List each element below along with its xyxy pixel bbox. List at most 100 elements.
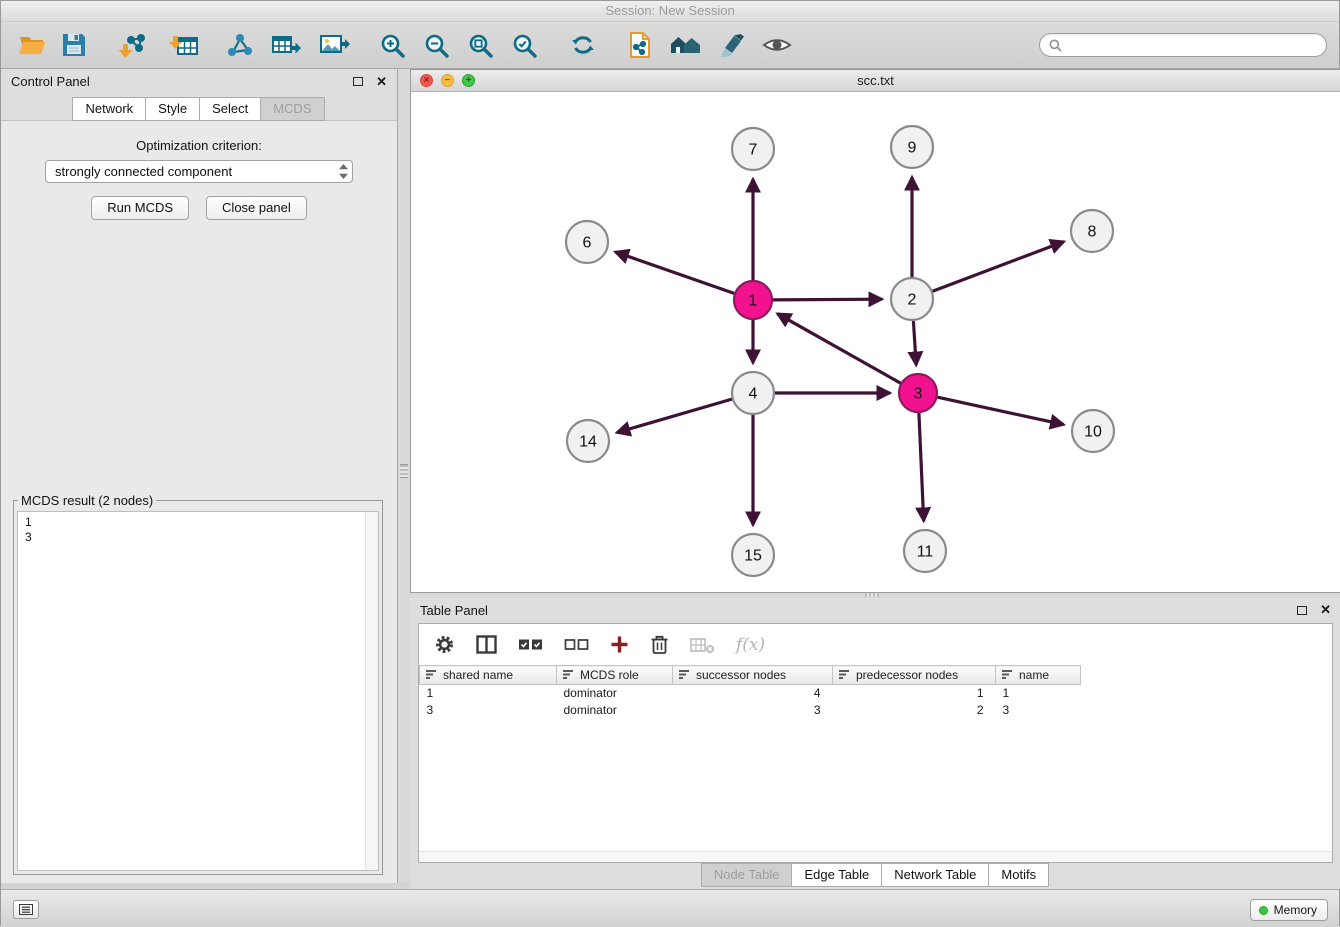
graph-node-3[interactable]: 3 — [899, 374, 937, 412]
graph-node-14[interactable]: 14 — [567, 420, 609, 462]
home-view-button[interactable] — [668, 31, 703, 59]
zoom-out-button[interactable] — [422, 31, 451, 60]
graph-edge-1-6[interactable] — [615, 252, 734, 294]
table-settings-button[interactable] — [434, 634, 455, 655]
search-box[interactable] — [1039, 33, 1327, 57]
unselect-all-columns-button[interactable] — [564, 636, 589, 653]
delete-table-button[interactable] — [690, 636, 715, 654]
refresh-button[interactable] — [568, 31, 598, 59]
save-session-button[interactable] — [60, 31, 88, 59]
graph-node-1[interactable]: 1 — [734, 281, 772, 319]
open-file-button[interactable] — [17, 31, 47, 59]
run-mcds-button[interactable]: Run MCDS — [91, 196, 189, 220]
graph-edge-2-8[interactable] — [933, 242, 1064, 292]
mcds-result-list[interactable]: 13 — [17, 511, 379, 871]
tab-edge-table[interactable]: Edge Table — [791, 863, 882, 887]
network-canvas[interactable]: 7 9 6 8 1 2 4 3 14 10 15 11 — [411, 93, 1340, 592]
graph-node-8[interactable]: 8 — [1071, 210, 1113, 252]
column-header-name[interactable]: name — [996, 666, 1081, 685]
zoom-window-button[interactable]: + — [462, 74, 475, 87]
column-header-predecessor-nodes[interactable]: predecessor nodes — [833, 666, 996, 685]
float-table-panel-icon[interactable] — [1297, 606, 1307, 615]
import-network-button[interactable] — [117, 31, 149, 60]
table-cell-filler — [1081, 685, 1333, 702]
table-row[interactable]: 3dominator323 — [420, 702, 1333, 719]
tab-style[interactable]: Style — [145, 97, 200, 121]
column-header-mcds-role[interactable]: MCDS role — [557, 666, 673, 685]
export-table-button[interactable] — [270, 31, 303, 59]
zoom-selected-icon — [511, 32, 538, 59]
tab-network[interactable]: Network — [72, 97, 146, 121]
save-icon — [61, 32, 87, 58]
graph-edge-4-14[interactable] — [617, 399, 732, 433]
criterion-select[interactable]: strongly connected component — [45, 160, 353, 183]
float-panel-icon[interactable] — [353, 77, 363, 86]
apply-style-button[interactable] — [717, 31, 747, 59]
export-image-button[interactable] — [318, 31, 351, 59]
mcds-result-value: 3 — [25, 530, 362, 545]
import-table-button[interactable] — [168, 31, 200, 60]
close-control-panel-icon[interactable]: ✕ — [376, 77, 387, 87]
close-table-panel-icon[interactable]: ✕ — [1320, 605, 1331, 615]
table-cell[interactable]: 1 — [996, 685, 1081, 702]
graph-node-6[interactable]: 6 — [566, 221, 608, 263]
graph-node-11[interactable]: 11 — [904, 530, 946, 572]
graph-edge-1-2[interactable] — [773, 299, 882, 300]
close-panel-button[interactable]: Close panel — [206, 196, 307, 220]
graph-node-7[interactable]: 7 — [732, 128, 774, 170]
tab-node-table[interactable]: Node Table — [701, 863, 793, 887]
duplicate-network-button[interactable] — [626, 30, 654, 60]
application-window: Session: New Session — [0, 0, 1340, 926]
graph-edge-2-3[interactable] — [913, 321, 916, 365]
zoom-selected-button[interactable] — [510, 31, 539, 60]
graph-node-4[interactable]: 4 — [732, 372, 774, 414]
table-cell[interactable]: 1 — [833, 685, 996, 702]
table-cell[interactable]: 2 — [833, 702, 996, 719]
table-row[interactable]: 1dominator411 — [420, 685, 1333, 702]
network-graph[interactable]: 7 9 6 8 1 2 4 3 14 10 15 11 — [411, 93, 1340, 592]
panel-selector-button[interactable] — [13, 900, 39, 919]
graph-edge-3-10[interactable] — [938, 397, 1064, 424]
combo-arrows-icon — [339, 164, 348, 179]
table-cell[interactable]: 3 — [996, 702, 1081, 719]
graph-node-2[interactable]: 2 — [891, 278, 933, 320]
control-panel-tabs: NetworkStyleSelectMCDS — [1, 97, 397, 121]
table-cell[interactable]: 3 — [673, 702, 833, 719]
graph-node-15[interactable]: 15 — [732, 534, 774, 576]
show-columns-button[interactable] — [476, 635, 497, 654]
function-builder-button[interactable]: f(x) — [736, 635, 765, 655]
tab-mcds[interactable]: MCDS — [260, 97, 324, 121]
tab-network-table[interactable]: Network Table — [881, 863, 989, 887]
delete-column-button[interactable] — [650, 634, 669, 655]
table-horizontal-scrollbar[interactable] — [419, 851, 1332, 862]
tab-select[interactable]: Select — [199, 97, 261, 121]
table-cell[interactable]: dominator — [557, 702, 673, 719]
graph-node-10[interactable]: 10 — [1072, 410, 1114, 452]
splitter-grip-icon[interactable] — [865, 593, 879, 597]
table-cell[interactable]: 1 — [420, 685, 557, 702]
table-cell[interactable]: 3 — [420, 702, 557, 719]
close-window-button[interactable]: × — [420, 74, 433, 87]
zoom-in-button[interactable] — [378, 31, 407, 60]
create-column-button[interactable] — [610, 635, 629, 654]
graph-node-9[interactable]: 9 — [891, 126, 933, 168]
column-header-shared-name[interactable]: shared name — [420, 666, 557, 685]
minimize-window-button[interactable]: − — [441, 74, 454, 87]
svg-text:2: 2 — [908, 292, 917, 309]
select-all-columns-button[interactable] — [518, 636, 543, 653]
zoom-fit-button[interactable] — [466, 31, 495, 60]
splitter-grip-icon[interactable] — [400, 464, 408, 478]
brush-icon — [718, 32, 746, 58]
tab-motifs[interactable]: Motifs — [988, 863, 1049, 887]
graph-edge-3-11[interactable] — [919, 413, 924, 521]
search-input[interactable] — [1067, 37, 1317, 54]
column-header-successor-nodes[interactable]: successor nodes — [673, 666, 833, 685]
vertical-splitter[interactable] — [398, 69, 410, 883]
toggle-visibility-button[interactable] — [761, 32, 793, 58]
memory-button[interactable]: Memory — [1250, 899, 1328, 921]
svg-text:1: 1 — [749, 293, 758, 310]
new-network-button[interactable] — [225, 31, 255, 59]
table-cell[interactable]: 4 — [673, 685, 833, 702]
table-cell[interactable]: dominator — [557, 685, 673, 702]
graph-edge-3-1[interactable] — [777, 314, 900, 384]
